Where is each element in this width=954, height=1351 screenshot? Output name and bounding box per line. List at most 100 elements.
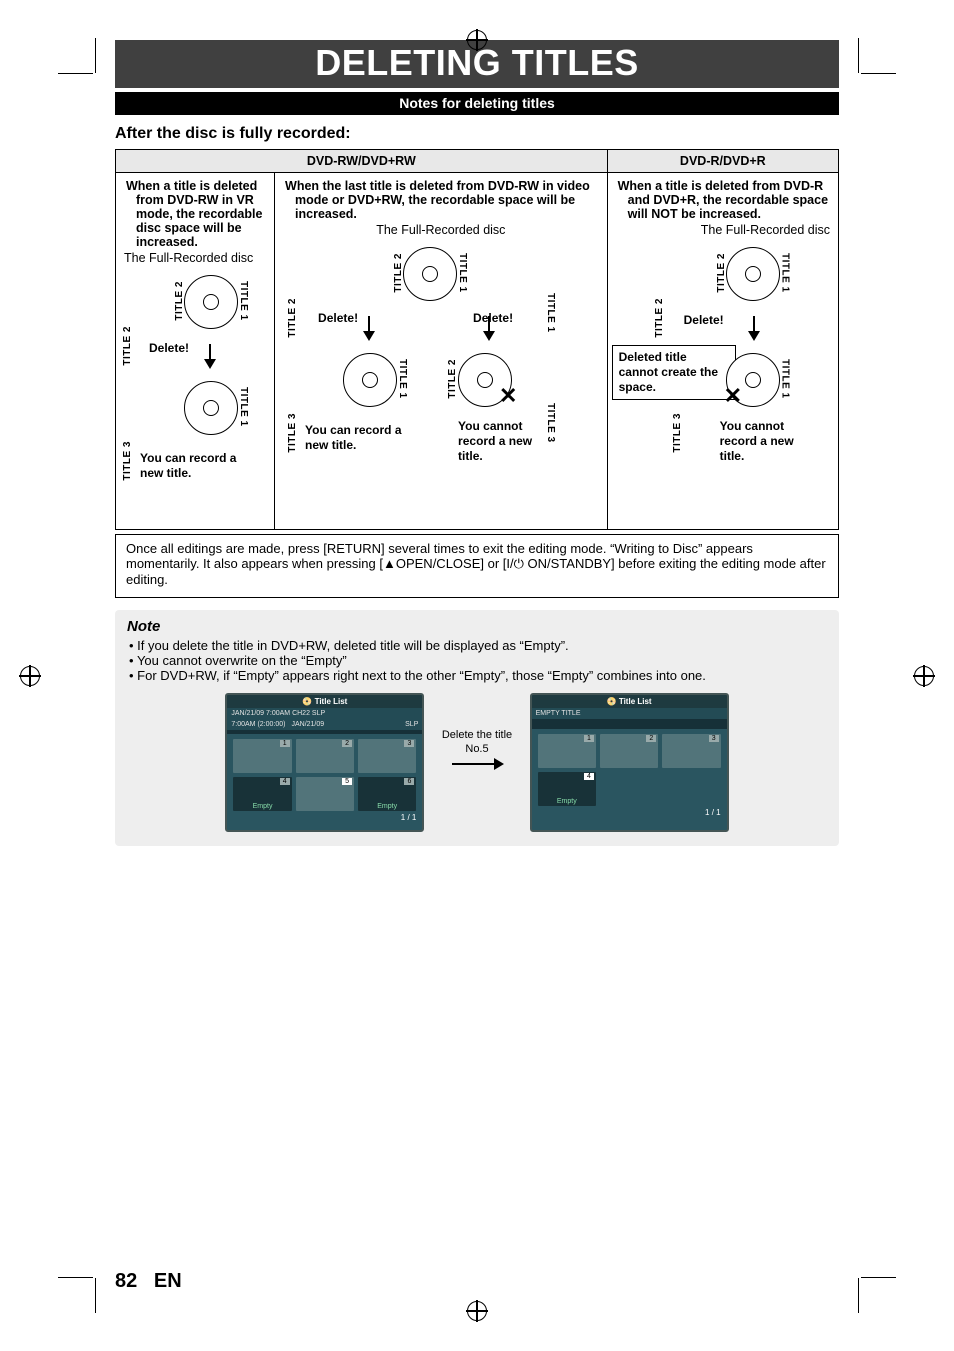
delete-label-r: Delete! — [473, 311, 513, 326]
disc-label-t2: TITLE 2 — [122, 326, 133, 366]
result-rw-video-l: You can record a new title. — [305, 423, 423, 453]
cross-icon: ✕ — [499, 383, 515, 399]
delete-label-r2: Delete! — [684, 313, 724, 328]
titlelist-left: 📀 Title List JAN/21/09 7:00AM CH22 SLP 7… — [225, 693, 424, 832]
titlelist-sub2: 7:00AM (2:00:00) JAN/21/09 SLP — [227, 719, 422, 730]
disc-label-t1: TITLE 1 — [545, 293, 556, 333]
note-bullet-3: For DVD+RW, if “Empty” appears right nex… — [137, 668, 706, 683]
result-r: You cannot record a new title. — [720, 419, 815, 464]
disc-label-t1: TITLE 1 — [238, 387, 249, 427]
crop-mark-icon — [861, 1277, 896, 1278]
sub-rw-video: The Full-Recorded disc — [283, 223, 599, 237]
sub-rw-vr: The Full-Recorded disc — [124, 251, 266, 265]
crop-mark-icon — [58, 1277, 93, 1278]
titlelist-right: 📀 Title List EMPTY TITLE 1 2 3 4Empty 1 … — [530, 693, 729, 832]
section-heading: After the disc is fully recorded: — [115, 125, 839, 143]
disc-label-t3: TITLE 3 — [287, 413, 298, 453]
page-number: 82 EN — [115, 1270, 182, 1293]
sub-r: The Full-Recorded disc — [616, 223, 830, 237]
crop-mark-icon — [858, 1278, 859, 1313]
diagram-r: TITLE 2 TITLE 1 TITLE 2 Delete! Deleted … — [616, 243, 830, 503]
crop-mark-icon — [95, 1278, 96, 1313]
titlelist-sub1: EMPTY TITLE — [532, 708, 727, 719]
disc-label-t1: TITLE 1 — [397, 359, 408, 399]
titlelist-row: 📀 Title List JAN/21/09 7:00AM CH22 SLP 7… — [127, 693, 827, 832]
thumb: 3 — [662, 734, 720, 768]
disc-icon — [403, 247, 457, 301]
thumb-selected: 5 — [296, 777, 354, 811]
thumb: 3 — [358, 739, 416, 773]
crop-mark-icon — [95, 38, 96, 73]
disc-icon — [184, 275, 238, 329]
disc-label-t2: TITLE 2 — [447, 359, 458, 399]
cross-icon: ✕ — [724, 383, 740, 399]
arrow-down-icon — [363, 331, 375, 341]
thumb: 2 — [600, 734, 658, 768]
page: DELETING TITLES Notes for deleting title… — [0, 0, 954, 1351]
disc-label-t1: TITLE 1 — [457, 253, 468, 293]
bullet-r: When a title is deleted from DVD-R and D… — [618, 179, 828, 221]
diagram-rw-video: TITLE 2 TITLE 1 TITLE 2 Delete! TITLE 1 … — [283, 243, 599, 503]
note-title: Note — [127, 618, 827, 635]
thumb: 1 — [538, 734, 596, 768]
thumb: 6Empty — [358, 777, 416, 811]
titlelist-footer: 1 / 1 — [532, 806, 727, 817]
disc-label-t2: TITLE 2 — [654, 298, 665, 338]
disc-icon — [343, 353, 397, 407]
between-arrow: Delete the title No.5 — [428, 693, 526, 771]
disc-label-t3: TITLE 3 — [122, 441, 133, 481]
disc-label-t2: TITLE 2 — [716, 253, 727, 293]
arrow-down-icon — [483, 331, 495, 341]
thumb-grid-left: 1 2 3 4Empty 5 6Empty — [227, 734, 422, 811]
delete-label-l: Delete! — [318, 311, 358, 326]
crop-mark-icon — [861, 73, 896, 74]
registration-mark-icon — [914, 666, 934, 686]
arrow-down-icon — [204, 359, 216, 369]
thumb: 2 — [296, 739, 354, 773]
col-header-r: DVD-R/DVD+R — [607, 150, 838, 173]
note-bullet-2: You cannot overwrite on the “Empty” — [137, 653, 347, 668]
exit-note-box: Once all editings are made, press [RETUR… — [115, 534, 839, 598]
disc-behavior-table: DVD-RW/DVD+RW DVD-R/DVD+R When a title i… — [115, 149, 839, 530]
section-banner: Notes for deleting titles — [115, 92, 839, 115]
titlelist-footer: 1 / 1 — [227, 811, 422, 822]
disc-label-t2: TITLE 2 — [287, 298, 298, 338]
titlelist-sub1: JAN/21/09 7:00AM CH22 SLP — [227, 708, 422, 719]
col-header-rw: DVD-RW/DVD+RW — [116, 150, 608, 173]
note-box: Note • If you delete the title in DVD+RW… — [115, 610, 839, 846]
note-bullet-1: If you delete the title in DVD+RW, delet… — [137, 638, 569, 653]
registration-mark-icon — [467, 30, 487, 50]
titlelist-header: 📀 Title List — [227, 695, 422, 708]
content-area: DELETING TITLES Notes for deleting title… — [115, 40, 839, 846]
arrow-right-icon — [452, 763, 502, 765]
disc-label-t1: TITLE 1 — [780, 253, 791, 293]
bullet-rw-video: When the last title is deleted from DVD-… — [285, 179, 590, 221]
disc-icon — [184, 381, 238, 435]
titlelist-header: 📀 Title List — [532, 695, 727, 708]
diagram-rw-vr: TITLE 2 TITLE 1 TITLE 2 Delete! TITLE 1 … — [124, 271, 266, 521]
disc-label-t1: TITLE 1 — [238, 281, 249, 321]
registration-mark-icon — [20, 666, 40, 686]
banner-r: Deleted title cannot create the space. — [612, 345, 736, 400]
thumb: 1 — [233, 739, 291, 773]
result-rw-video-r: You cannot record a new title. — [458, 419, 558, 464]
crop-mark-icon — [858, 38, 859, 73]
thumb: 4Empty — [233, 777, 291, 811]
disc-label-t1: TITLE 1 — [780, 359, 791, 399]
cell-rw-video: When the last title is deleted from DVD-… — [275, 173, 608, 530]
cell-rw-vr: When a title is deleted from DVD-RW in V… — [116, 173, 275, 530]
arrow-down-icon — [748, 331, 760, 341]
disc-icon — [726, 247, 780, 301]
between-text: Delete the title No.5 — [442, 729, 512, 755]
exit-note-text: Once all editings are made, press [RETUR… — [126, 541, 826, 587]
thumb-grid-right: 1 2 3 4Empty — [532, 729, 727, 806]
thumb-selected: 4Empty — [538, 772, 596, 806]
result-rw-vr: You can record a new title. — [140, 451, 250, 481]
disc-label-t2: TITLE 2 — [393, 253, 404, 293]
disc-label-t3: TITLE 3 — [672, 413, 683, 453]
delete-label: Delete! — [149, 341, 189, 356]
bullet-rw-vr: When a title is deleted from DVD-RW in V… — [126, 179, 262, 249]
cell-r: When a title is deleted from DVD-R and D… — [607, 173, 838, 530]
disc-label-t2: TITLE 2 — [174, 281, 185, 321]
crop-mark-icon — [58, 73, 93, 74]
